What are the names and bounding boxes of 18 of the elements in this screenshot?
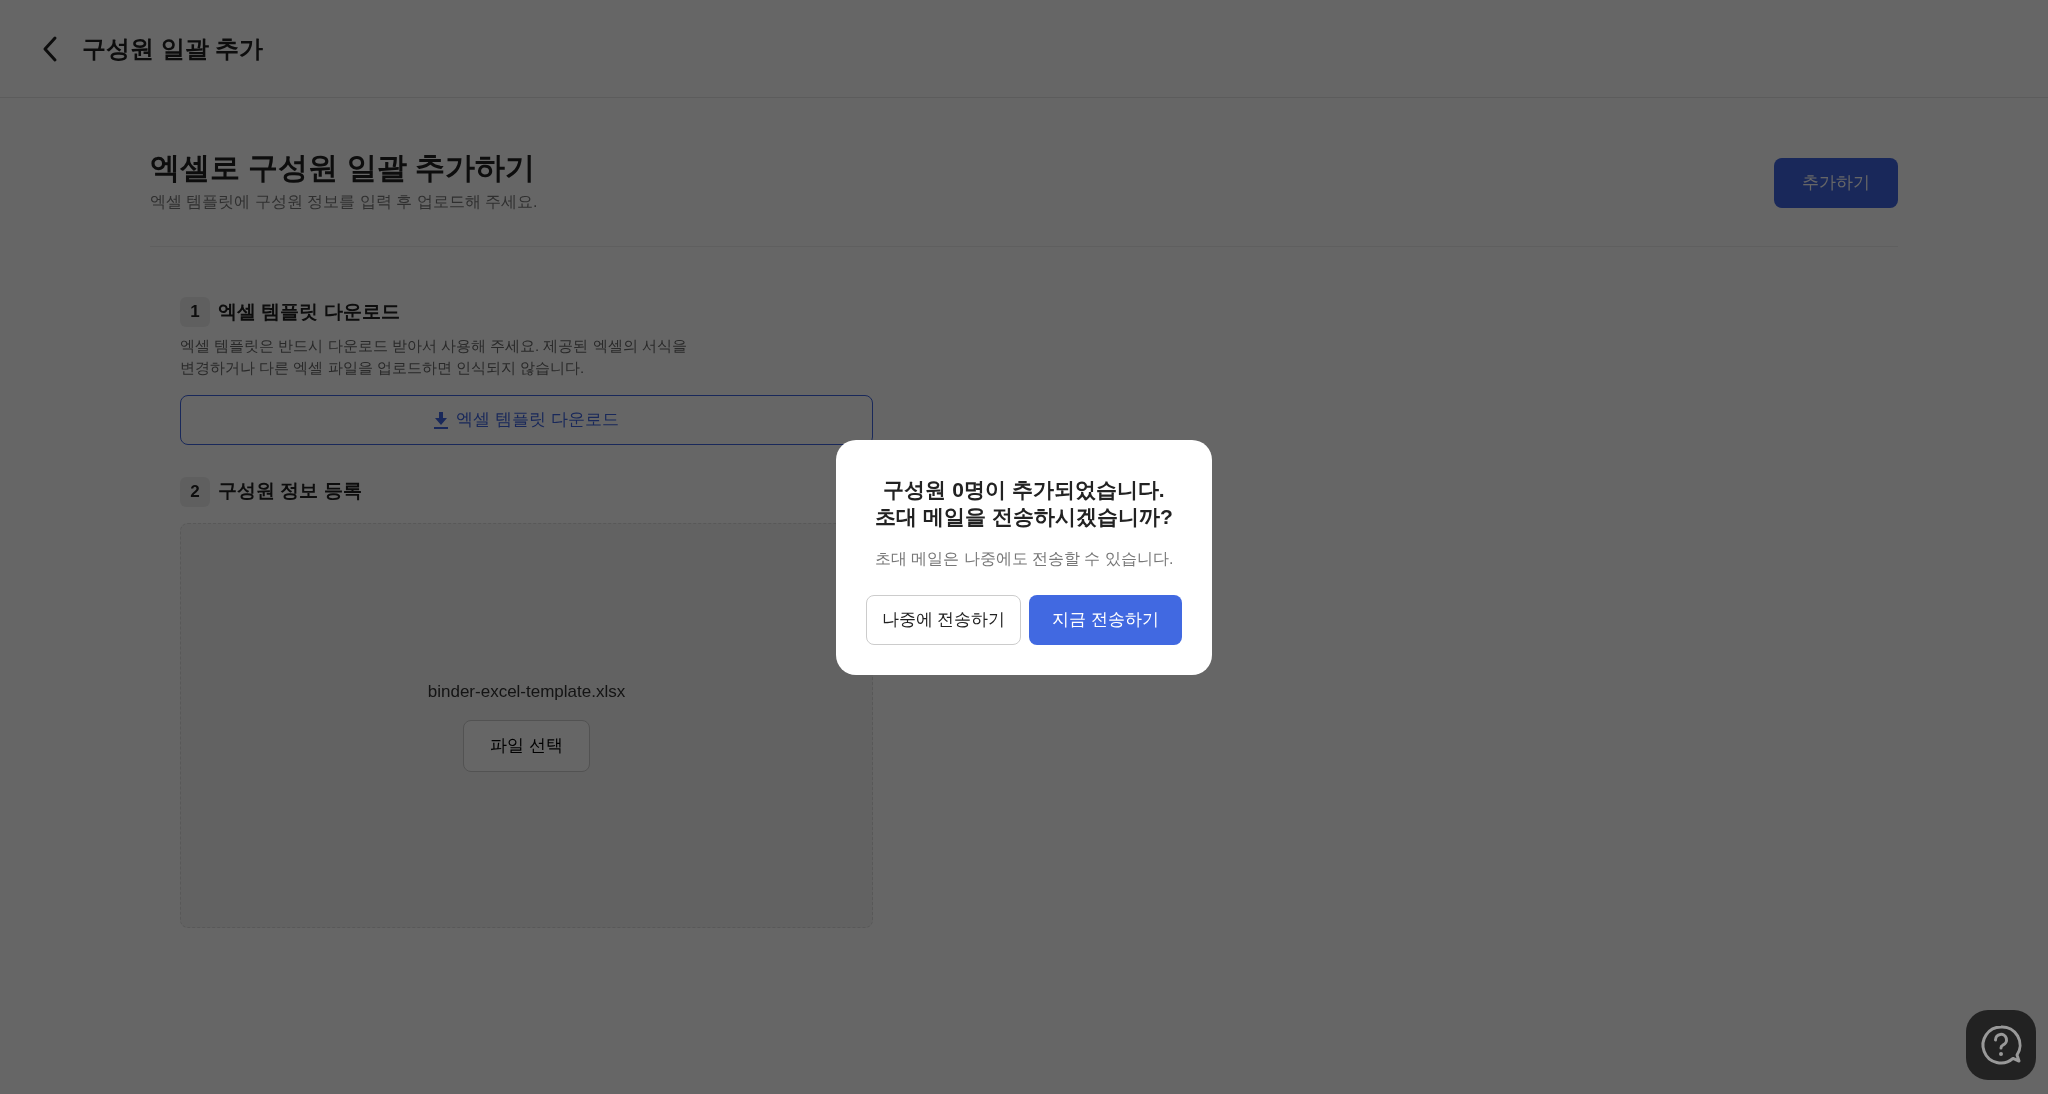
send-now-button[interactable]: 지금 전송하기	[1029, 594, 1182, 645]
help-button[interactable]	[1966, 1010, 2036, 1080]
step-number: 1	[180, 297, 210, 327]
step-title: 엑셀 템플릿 다운로드	[218, 299, 400, 324]
page-title: 엑셀로 구성원 일괄 추가하기	[150, 150, 536, 186]
download-icon	[434, 410, 449, 429]
step-title: 구성원 정보 등록	[218, 479, 362, 504]
page-header-title: 구성원 일괄 추가	[82, 33, 264, 64]
file-name: binder-excel-template.xlsx	[427, 680, 626, 703]
select-file-button[interactable]: 파일 선택	[463, 720, 590, 772]
step-description: 엑셀 템플릿은 반드시 다운로드 받아서 사용해 주세요. 제공된 엑셀의 서식을 변경하거나 다른 엑셀 파일을 업로드하면 인식되지 않습니다.	[180, 336, 688, 378]
send-later-button[interactable]: 나중에 전송하기	[866, 594, 1021, 645]
dialog-message: 초대 메일은 나중에도 전송할 수 있습니다.	[873, 548, 1175, 569]
dialog-title: 구성원 0명이 추가되었습니다. 초대 메일을 전송하시겠습니까?	[874, 477, 1174, 531]
add-button[interactable]: 추가하기	[1774, 158, 1898, 208]
help-icon	[1979, 1023, 2023, 1067]
download-template-button[interactable]: 엑셀 템플릿 다운로드	[180, 394, 873, 445]
step-number: 2	[180, 476, 210, 507]
